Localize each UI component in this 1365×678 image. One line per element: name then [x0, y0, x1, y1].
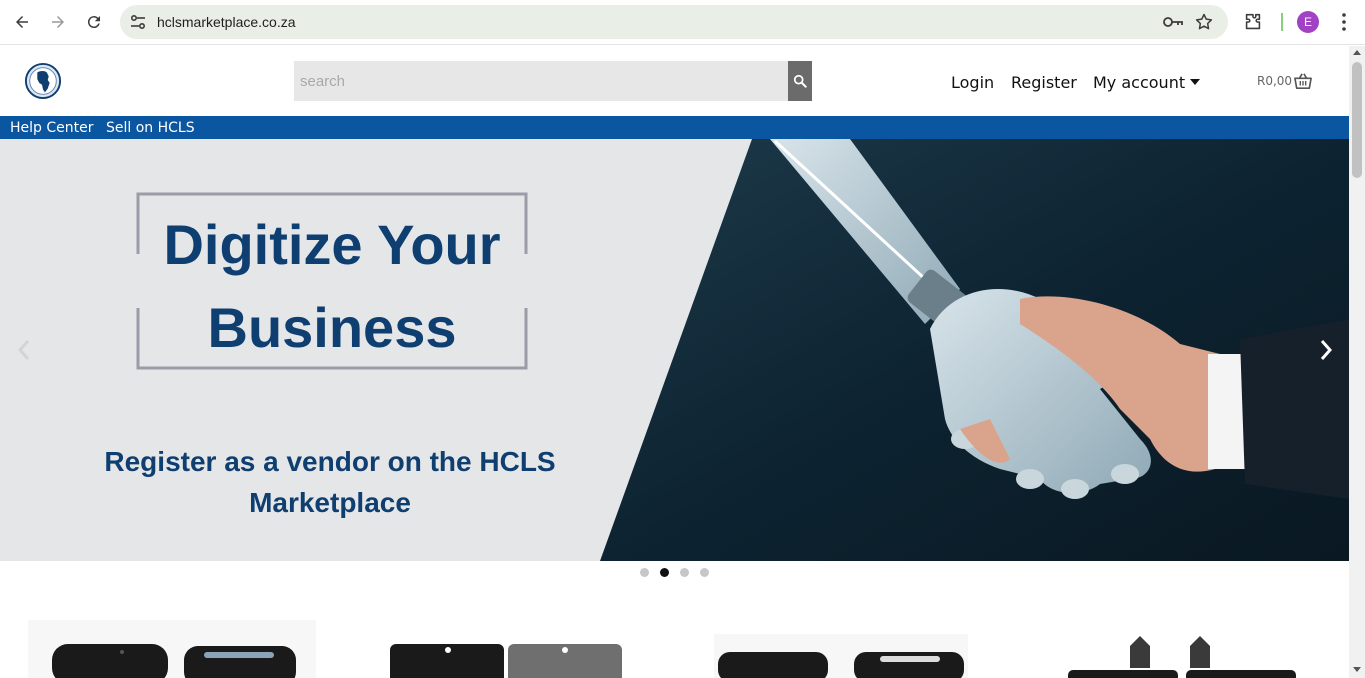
cart-basket-icon[interactable] — [1293, 72, 1313, 90]
carousel-dot-3[interactable] — [680, 568, 689, 577]
back-icon — [16, 16, 28, 28]
carousel-dot-2[interactable] — [660, 568, 669, 577]
menu-kebab-icon[interactable] — [1336, 12, 1352, 32]
scroll-down-arrow[interactable] — [1353, 667, 1361, 672]
product-card-1[interactable] — [28, 616, 318, 678]
site-info-icon[interactable] — [128, 12, 148, 32]
back-button[interactable] — [7, 7, 37, 37]
address-bar[interactable]: hclsmarketplace.co.za — [120, 5, 1228, 39]
search-icon — [793, 74, 807, 88]
product-card-2[interactable] — [390, 616, 630, 678]
sell-on-hcls-link[interactable]: Sell on HCLS — [106, 120, 195, 136]
help-center-link[interactable]: Help Center — [10, 120, 94, 136]
web-page: Login Register My account R0,00 Help Cen… — [0, 46, 1349, 678]
register-link[interactable]: Register — [1011, 73, 1077, 92]
carousel-dot-4[interactable] — [700, 568, 709, 577]
chevron-down-icon[interactable] — [1190, 79, 1200, 85]
carousel-dot-1[interactable] — [640, 568, 649, 577]
hero-carousel[interactable]: Digitize Your Business Register as a ven… — [0, 139, 1349, 561]
search-input[interactable] — [294, 61, 788, 101]
product-card-3[interactable] — [714, 616, 974, 678]
headline-frame: Digitize Your Business — [136, 192, 528, 370]
hero-subline1: Register as a vendor on the HCLS — [104, 446, 556, 477]
browser-toolbar: hclsmarketplace.co.za E — [0, 0, 1365, 45]
site-header: Login Register My account R0,00 — [0, 46, 1349, 116]
hero-subline2: Marketplace — [249, 487, 411, 518]
login-link[interactable]: Login — [951, 73, 994, 92]
toolbar-separator — [1281, 13, 1283, 31]
forward-button[interactable] — [43, 7, 73, 37]
product-strip — [0, 616, 1349, 678]
logo-globe-icon[interactable] — [24, 62, 62, 100]
profile-avatar[interactable]: E — [1297, 11, 1319, 33]
search-button[interactable] — [788, 61, 812, 101]
secondary-nav: Help Center Sell on HCLS — [0, 116, 1349, 139]
hero-headline-line1: Digitize Your — [163, 213, 501, 276]
reload-button[interactable] — [79, 7, 109, 37]
bookmark-star-icon[interactable] — [1194, 12, 1214, 32]
scroll-thumb[interactable] — [1352, 62, 1362, 178]
reload-icon — [87, 16, 100, 29]
extensions-icon[interactable] — [1242, 11, 1264, 33]
my-account-menu[interactable]: My account — [1093, 73, 1185, 92]
url-text[interactable]: hclsmarketplace.co.za — [157, 14, 296, 30]
cart-total[interactable]: R0,00 — [1257, 74, 1292, 88]
chevron-left-icon[interactable] — [12, 335, 36, 365]
hero-headline-line2: Business — [207, 296, 457, 359]
scroll-up-arrow[interactable] — [1353, 50, 1361, 55]
forward-icon — [52, 16, 64, 28]
page-scrollbar[interactable] — [1349, 46, 1365, 678]
product-card-4[interactable] — [1060, 616, 1300, 678]
password-key-icon[interactable] — [1162, 12, 1184, 32]
chevron-right-icon[interactable] — [1314, 335, 1338, 365]
